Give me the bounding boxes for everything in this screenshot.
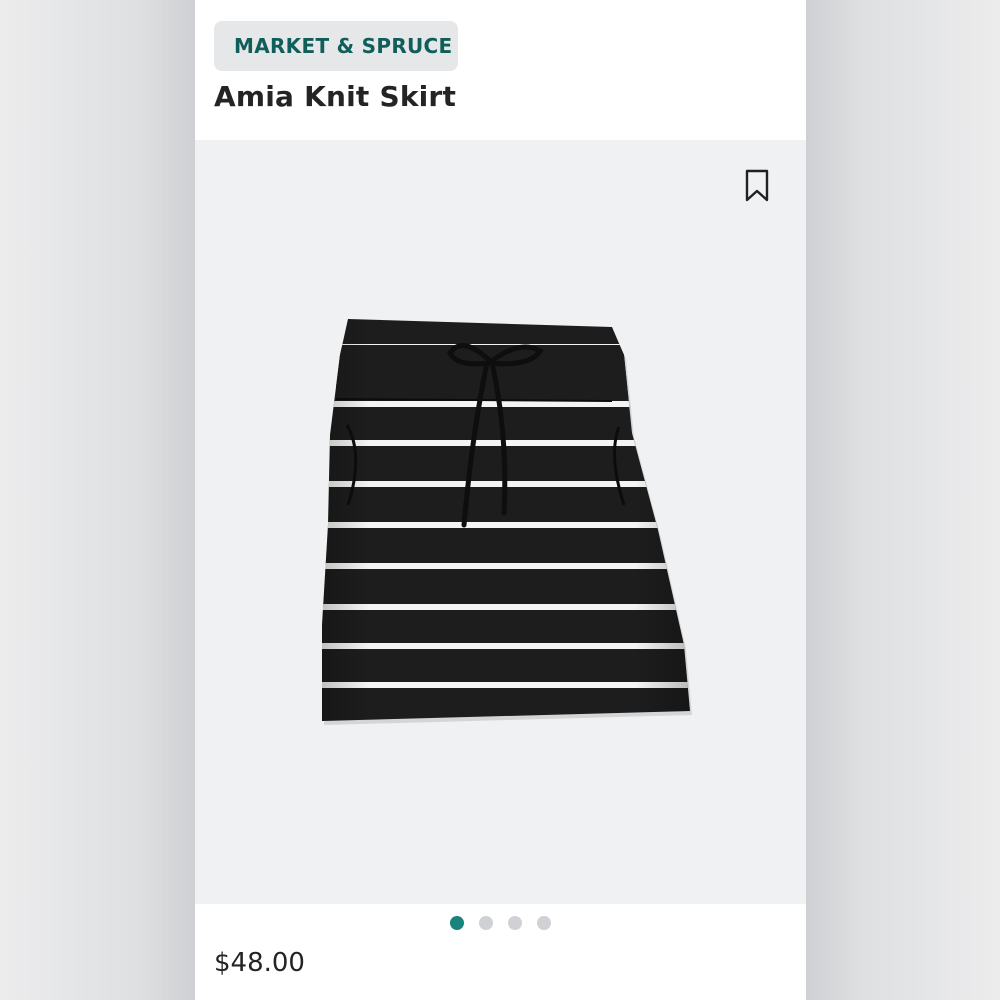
carousel-indicator: [195, 916, 806, 936]
carousel-dot-4[interactable]: [537, 916, 551, 930]
product-image-area[interactable]: [195, 140, 806, 904]
product-image: [322, 319, 692, 725]
carousel-dot-3[interactable]: [508, 916, 522, 930]
product-card: MARKET & SPRUCE Amia Knit Skirt $48.00: [195, 0, 806, 1000]
product-title: Amia Knit Skirt: [214, 80, 457, 113]
product-header: MARKET & SPRUCE Amia Knit Skirt: [195, 0, 806, 140]
backdrop-right: [806, 0, 1000, 1000]
carousel-dot-2[interactable]: [479, 916, 493, 930]
product-price: $48.00: [214, 948, 305, 978]
carousel-dot-1[interactable]: [450, 916, 464, 930]
backdrop-left: [0, 0, 195, 1000]
bookmark-icon[interactable]: [744, 169, 770, 203]
brand-chip[interactable]: MARKET & SPRUCE: [214, 21, 458, 71]
